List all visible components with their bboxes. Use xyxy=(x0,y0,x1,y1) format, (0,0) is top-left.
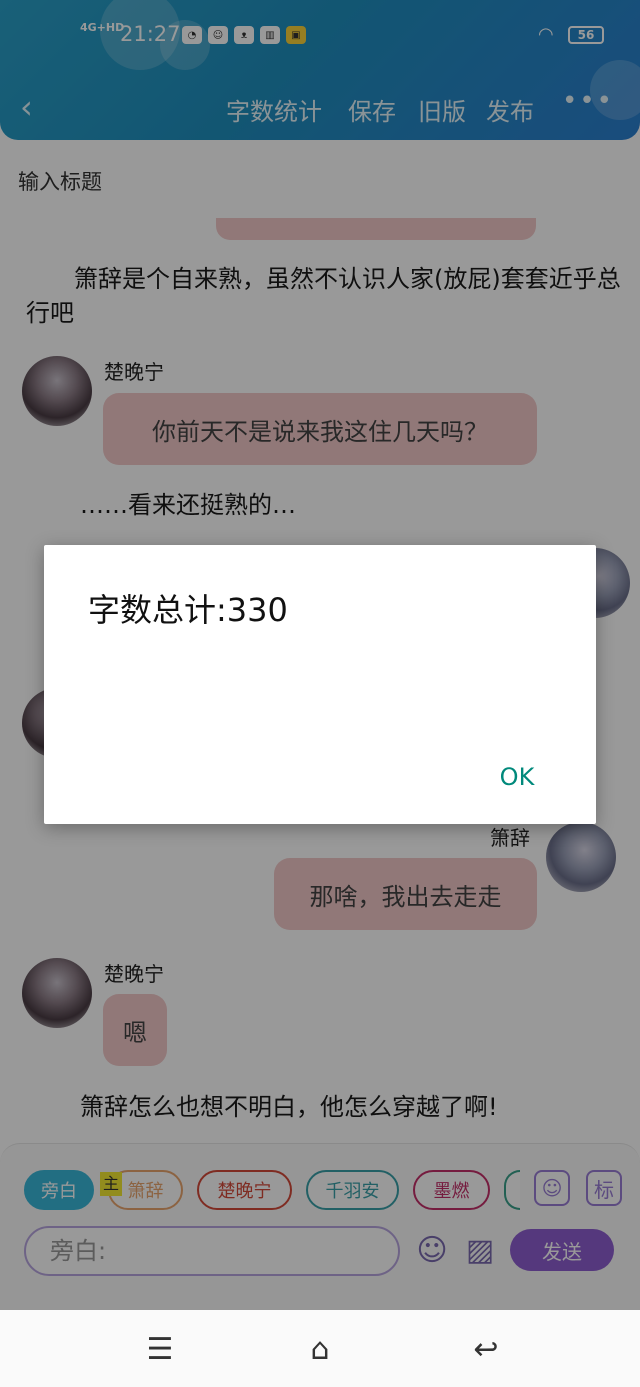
home-icon[interactable]: ⌂ xyxy=(300,1329,340,1369)
back-nav-icon[interactable]: ↩ xyxy=(466,1329,506,1369)
system-nav-bar: ☰ ⌂ ↩ xyxy=(0,1313,640,1387)
dialog-message: 字数总计:330 xyxy=(88,591,288,629)
ok-button[interactable]: OK xyxy=(482,757,552,797)
word-count-dialog: 字数总计:330 OK xyxy=(44,545,596,824)
menu-icon[interactable]: ☰ xyxy=(140,1329,180,1369)
